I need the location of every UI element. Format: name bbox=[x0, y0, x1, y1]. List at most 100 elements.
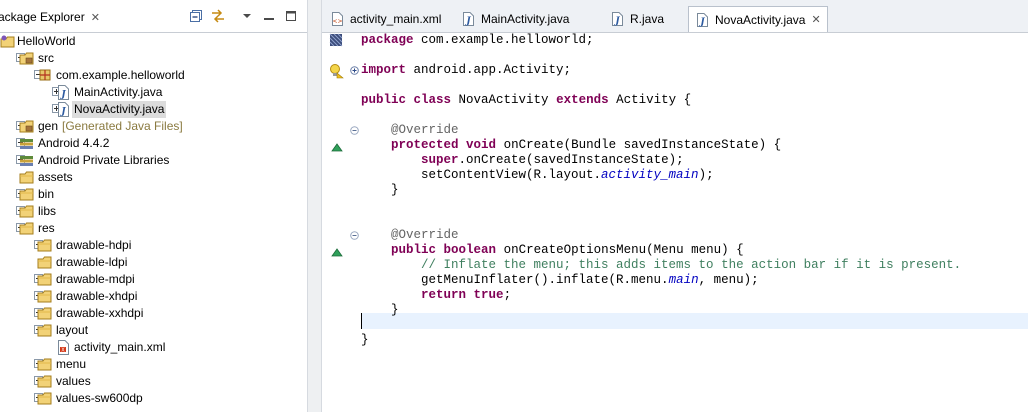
tree-item-label: res bbox=[38, 221, 55, 235]
tree-item-label: drawable-ldpi bbox=[56, 255, 128, 269]
package-explorer-header: ackage Explorer ✕ bbox=[0, 0, 307, 33]
tab-novaactivity-java[interactable]: J NovaActivity.java ✕ bbox=[688, 6, 828, 32]
minimize-icon[interactable] bbox=[262, 9, 276, 23]
editor-tab-bar: <> activity_main.xml J MainActivity.java… bbox=[322, 0, 1028, 33]
view-menu-icon[interactable] bbox=[240, 9, 254, 23]
tree-item-folder-layout[interactable]: layout bbox=[0, 322, 307, 339]
folder-icon bbox=[37, 289, 53, 304]
tree-item-folder-drawable-hdpi[interactable]: drawable-hdpi bbox=[0, 237, 307, 254]
tree-item-folder-gen[interactable]: gen [Generated Java Files] bbox=[0, 118, 307, 135]
svg-text:J: J bbox=[613, 17, 620, 27]
java-file-icon: J bbox=[697, 12, 708, 27]
code-text-area[interactable]: package com.example.helloworld; import a… bbox=[361, 33, 1028, 412]
java-file-icon: J bbox=[612, 12, 623, 27]
code-line: @Override bbox=[391, 228, 459, 242]
folder-icon bbox=[37, 357, 53, 372]
tree-item-project-helloworld[interactable]: HelloWorld bbox=[0, 33, 307, 50]
code-line: return true; bbox=[421, 288, 512, 302]
code-line: public class NovaActivity extends Activi… bbox=[361, 93, 692, 107]
code-line: public boolean onCreateOptionsMenu(Menu … bbox=[391, 243, 744, 257]
fold-collapse-icon[interactable] bbox=[350, 231, 359, 240]
tree-item-file-novaactivity-java[interactable]: J NovaActivity.java bbox=[0, 101, 307, 118]
tree-item-label: values bbox=[56, 374, 91, 388]
tree-item-folder-assets[interactable]: assets bbox=[0, 169, 307, 186]
override-marker-icon[interactable] bbox=[331, 247, 343, 257]
override-marker-icon[interactable] bbox=[331, 142, 343, 152]
code-line: setContentView(R.layout.activity_main); bbox=[421, 168, 714, 182]
fold-collapse-icon[interactable] bbox=[350, 126, 359, 135]
tree-item-label: activity_main.xml bbox=[74, 340, 166, 354]
folder-icon bbox=[37, 391, 53, 406]
tree-item-label: MainActivity.java bbox=[74, 85, 163, 99]
tree-item-label: HelloWorld bbox=[17, 34, 76, 48]
view-splitter[interactable] bbox=[307, 0, 322, 412]
warning-lightbulb-icon[interactable] bbox=[328, 63, 344, 79]
tree-item-folder-bin[interactable]: bin bbox=[0, 186, 307, 203]
tree-item-folder-drawable-ldpi[interactable]: drawable-ldpi bbox=[0, 254, 307, 271]
folder-icon bbox=[19, 170, 35, 185]
tree-item-folder-res[interactable]: res bbox=[0, 220, 307, 237]
close-icon[interactable]: ✕ bbox=[811, 13, 820, 26]
xml-file-icon: <> bbox=[332, 12, 343, 26]
tab-activity-main-xml[interactable]: <> activity_main.xml bbox=[324, 6, 470, 32]
package-explorer-title: ackage Explorer bbox=[0, 10, 85, 24]
code-line: import android.app.Activity; bbox=[361, 63, 572, 77]
code-line: @Override bbox=[391, 123, 459, 137]
code-line: } bbox=[361, 333, 369, 347]
svg-text:J: J bbox=[59, 107, 66, 117]
package-icon bbox=[37, 68, 53, 83]
code-line: getMenuInflater().inflate(R.menu.main, m… bbox=[421, 273, 759, 287]
java-file-icon: J bbox=[463, 12, 474, 27]
project-icon bbox=[0, 34, 16, 49]
tree-item-label: menu bbox=[56, 357, 87, 371]
source-folder-icon bbox=[19, 119, 35, 134]
editor-gutter bbox=[322, 33, 359, 412]
tree-item-label: Android Private Libraries bbox=[38, 153, 170, 167]
tree-item-folder-drawable-xxhdpi[interactable]: drawable-xxhdpi bbox=[0, 305, 307, 322]
code-line: protected void onCreate(Bundle savedInst… bbox=[391, 138, 782, 152]
close-icon[interactable]: ✕ bbox=[91, 11, 100, 24]
tree-item-file-activity-main-xml[interactable]: Xactivity_main.xml bbox=[0, 339, 307, 356]
tree-item-label: layout bbox=[56, 323, 89, 337]
fold-expand-icon[interactable] bbox=[350, 66, 359, 75]
tree-item-library-android-4-4-2[interactable]: Android 4.4.2 bbox=[0, 135, 307, 152]
tree-item-folder-libs[interactable]: libs bbox=[0, 203, 307, 220]
java-file-icon: J bbox=[55, 85, 71, 100]
tree-item-label: drawable-xxhdpi bbox=[56, 306, 144, 320]
tree-item-folder-drawable-mdpi[interactable]: drawable-mdpi bbox=[0, 271, 307, 288]
svg-text:<>: <> bbox=[332, 18, 342, 25]
tree-item-label: drawable-xhdpi bbox=[56, 289, 138, 303]
tab-mainactivity-java[interactable]: J MainActivity.java bbox=[455, 6, 581, 32]
tree-item-folder-values[interactable]: values bbox=[0, 373, 307, 390]
tree-item-folder-drawable-xhdpi[interactable]: drawable-xhdpi bbox=[0, 288, 307, 305]
tree-item-library-android-private[interactable]: Android Private Libraries bbox=[0, 152, 307, 169]
code-editor: <> activity_main.xml J MainActivity.java… bbox=[322, 0, 1028, 412]
tree-item-label: drawable-mdpi bbox=[56, 272, 135, 286]
library-icon bbox=[19, 136, 35, 151]
tree-item-folder-menu[interactable]: menu bbox=[0, 356, 307, 373]
maximize-icon[interactable] bbox=[284, 9, 298, 23]
collapse-all-icon[interactable] bbox=[190, 9, 204, 23]
svg-text:J: J bbox=[698, 17, 705, 27]
package-explorer-tab[interactable]: ackage Explorer ✕ bbox=[0, 7, 100, 27]
folder-icon bbox=[37, 272, 53, 287]
folder-icon bbox=[37, 323, 53, 338]
tab-r-java[interactable]: J R.java bbox=[604, 6, 684, 32]
tree-item-file-mainactivity-java[interactable]: J MainActivity.java bbox=[0, 84, 307, 101]
svg-text:X: X bbox=[61, 347, 65, 353]
library-icon bbox=[19, 153, 35, 168]
tree-item-folder-values-sw600dp[interactable]: values-sw600dp bbox=[0, 390, 307, 407]
tree-item-label: NovaActivity.java bbox=[72, 101, 167, 118]
bookmark-marker-icon bbox=[329, 33, 343, 47]
java-file-icon: J bbox=[55, 102, 71, 117]
tree-item-label: Android 4.4.2 bbox=[38, 136, 110, 150]
folder-icon bbox=[19, 204, 35, 219]
tree-item-package-com-example-helloworld[interactable]: com.example.helloworld bbox=[0, 67, 307, 84]
tree-item-label: libs bbox=[38, 204, 57, 218]
tree-item-folder-src[interactable]: src bbox=[0, 50, 307, 67]
link-with-editor-icon[interactable] bbox=[211, 9, 225, 23]
svg-text:J: J bbox=[464, 17, 471, 27]
folder-icon bbox=[37, 238, 53, 253]
package-explorer: ackage Explorer ✕ HelloWorld src com.examp… bbox=[0, 0, 307, 412]
code-line: } bbox=[391, 303, 399, 317]
